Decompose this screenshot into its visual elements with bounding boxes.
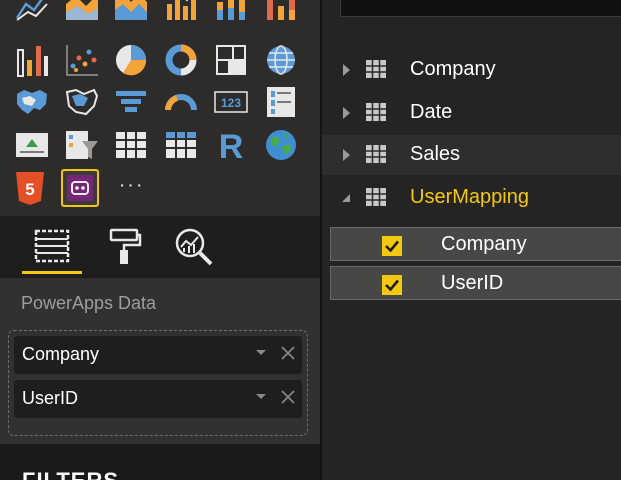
chevron-down-icon[interactable]: [254, 345, 268, 359]
chevron-right-icon[interactable]: [340, 105, 352, 121]
field-table-name: Sales: [410, 143, 461, 165]
field-table-company[interactable]: Company: [322, 50, 621, 90]
tab-analytics[interactable]: [164, 220, 224, 274]
html5-icon-label: 5: [25, 180, 34, 199]
r-script-icon[interactable]: R: [213, 127, 249, 163]
map-globe-icon[interactable]: [263, 42, 299, 78]
fields-icon: [34, 229, 70, 263]
checkmark-icon: [385, 279, 399, 292]
chevron-right-icon[interactable]: [340, 62, 352, 78]
visualizations-pane: 123 R 5 · · · PowerApps Data Company Use…: [0, 0, 320, 480]
fields-pane: Company Date Sales UserMapping Company U…: [322, 0, 621, 480]
filters-title: FILTERS: [22, 468, 119, 480]
format-paint-roller-icon: [109, 228, 142, 264]
field-table-usermapping[interactable]: UserMapping: [322, 178, 621, 218]
field-userid[interactable]: UserID: [330, 266, 621, 300]
close-icon[interactable]: [280, 389, 296, 405]
table-icon[interactable]: [113, 127, 149, 163]
field-name: Company: [441, 233, 527, 255]
more-icon[interactable]: · · ·: [113, 170, 149, 206]
field-name: UserID: [441, 272, 504, 294]
field-drop-zone[interactable]: Company UserID: [8, 330, 308, 436]
donut-chart-icon[interactable]: [163, 42, 199, 78]
field-well-userid[interactable]: UserID: [14, 380, 302, 418]
filters-section: FILTERS: [0, 444, 320, 480]
shape-map-icon[interactable]: [64, 84, 100, 120]
tab-format[interactable]: [94, 220, 154, 274]
powerapps-data-section: PowerApps Data Company UserID: [0, 278, 320, 444]
field-table-sales[interactable]: Sales: [322, 135, 621, 175]
matrix-icon[interactable]: [163, 127, 199, 163]
slicer-icon[interactable]: [64, 127, 100, 163]
ribbon-chart-icon[interactable]: [263, 0, 299, 22]
tab-fields[interactable]: [22, 220, 82, 274]
funnel-icon[interactable]: [113, 84, 149, 120]
company-checkbox[interactable]: [382, 236, 402, 256]
section-title: PowerApps Data: [21, 293, 157, 313]
filled-map-icon[interactable]: [14, 84, 50, 120]
stacked-area-chart-icon[interactable]: [113, 0, 149, 22]
card-icon-label: 123: [221, 96, 241, 110]
chevron-down-icon[interactable]: [254, 389, 268, 403]
field-well-company[interactable]: Company: [14, 336, 302, 374]
field-well-label: Company: [22, 344, 100, 364]
chevron-right-icon[interactable]: [340, 147, 352, 163]
field-table-name: Company: [410, 58, 496, 80]
analytics-magnifier-icon: [175, 228, 213, 266]
table-icon: [366, 60, 386, 78]
table-icon: [366, 188, 386, 206]
field-table-date[interactable]: Date: [322, 93, 621, 133]
powerapps-icon[interactable]: [61, 169, 99, 207]
userid-checkbox[interactable]: [382, 275, 402, 295]
line-stacked-column-chart-icon[interactable]: [213, 0, 249, 22]
treemap-icon[interactable]: [213, 42, 249, 78]
card-icon[interactable]: 123: [213, 84, 249, 120]
kpi-icon[interactable]: [14, 127, 50, 163]
checkmark-icon: [385, 240, 399, 253]
arcgis-map-icon[interactable]: [263, 127, 299, 163]
area-chart-icon[interactable]: [64, 0, 100, 22]
table-icon: [366, 103, 386, 121]
visualization-gallery: 123 R 5 · · ·: [0, 0, 320, 216]
table-icon: [366, 145, 386, 163]
search-input[interactable]: [340, 0, 621, 17]
field-table-name: UserMapping: [410, 186, 529, 208]
line-chart-icon[interactable]: [14, 0, 50, 22]
more-icon-label: · · ·: [120, 177, 142, 193]
waterfall-chart-icon[interactable]: [14, 42, 50, 78]
pie-chart-icon[interactable]: [113, 42, 149, 78]
r-script-icon-label: R: [219, 128, 244, 163]
field-company[interactable]: Company: [330, 227, 621, 261]
multi-row-card-icon[interactable]: [263, 84, 299, 120]
chevron-expanded-icon[interactable]: [340, 190, 352, 206]
field-table-name: Date: [410, 101, 453, 123]
html5-icon[interactable]: 5: [12, 170, 48, 206]
field-well-label: UserID: [22, 388, 79, 408]
scatter-chart-icon[interactable]: [64, 42, 100, 78]
pane-tabs: [0, 216, 320, 278]
close-icon[interactable]: [280, 345, 296, 361]
line-clustered-column-chart-icon[interactable]: [163, 0, 199, 22]
gauge-icon[interactable]: [163, 84, 199, 120]
